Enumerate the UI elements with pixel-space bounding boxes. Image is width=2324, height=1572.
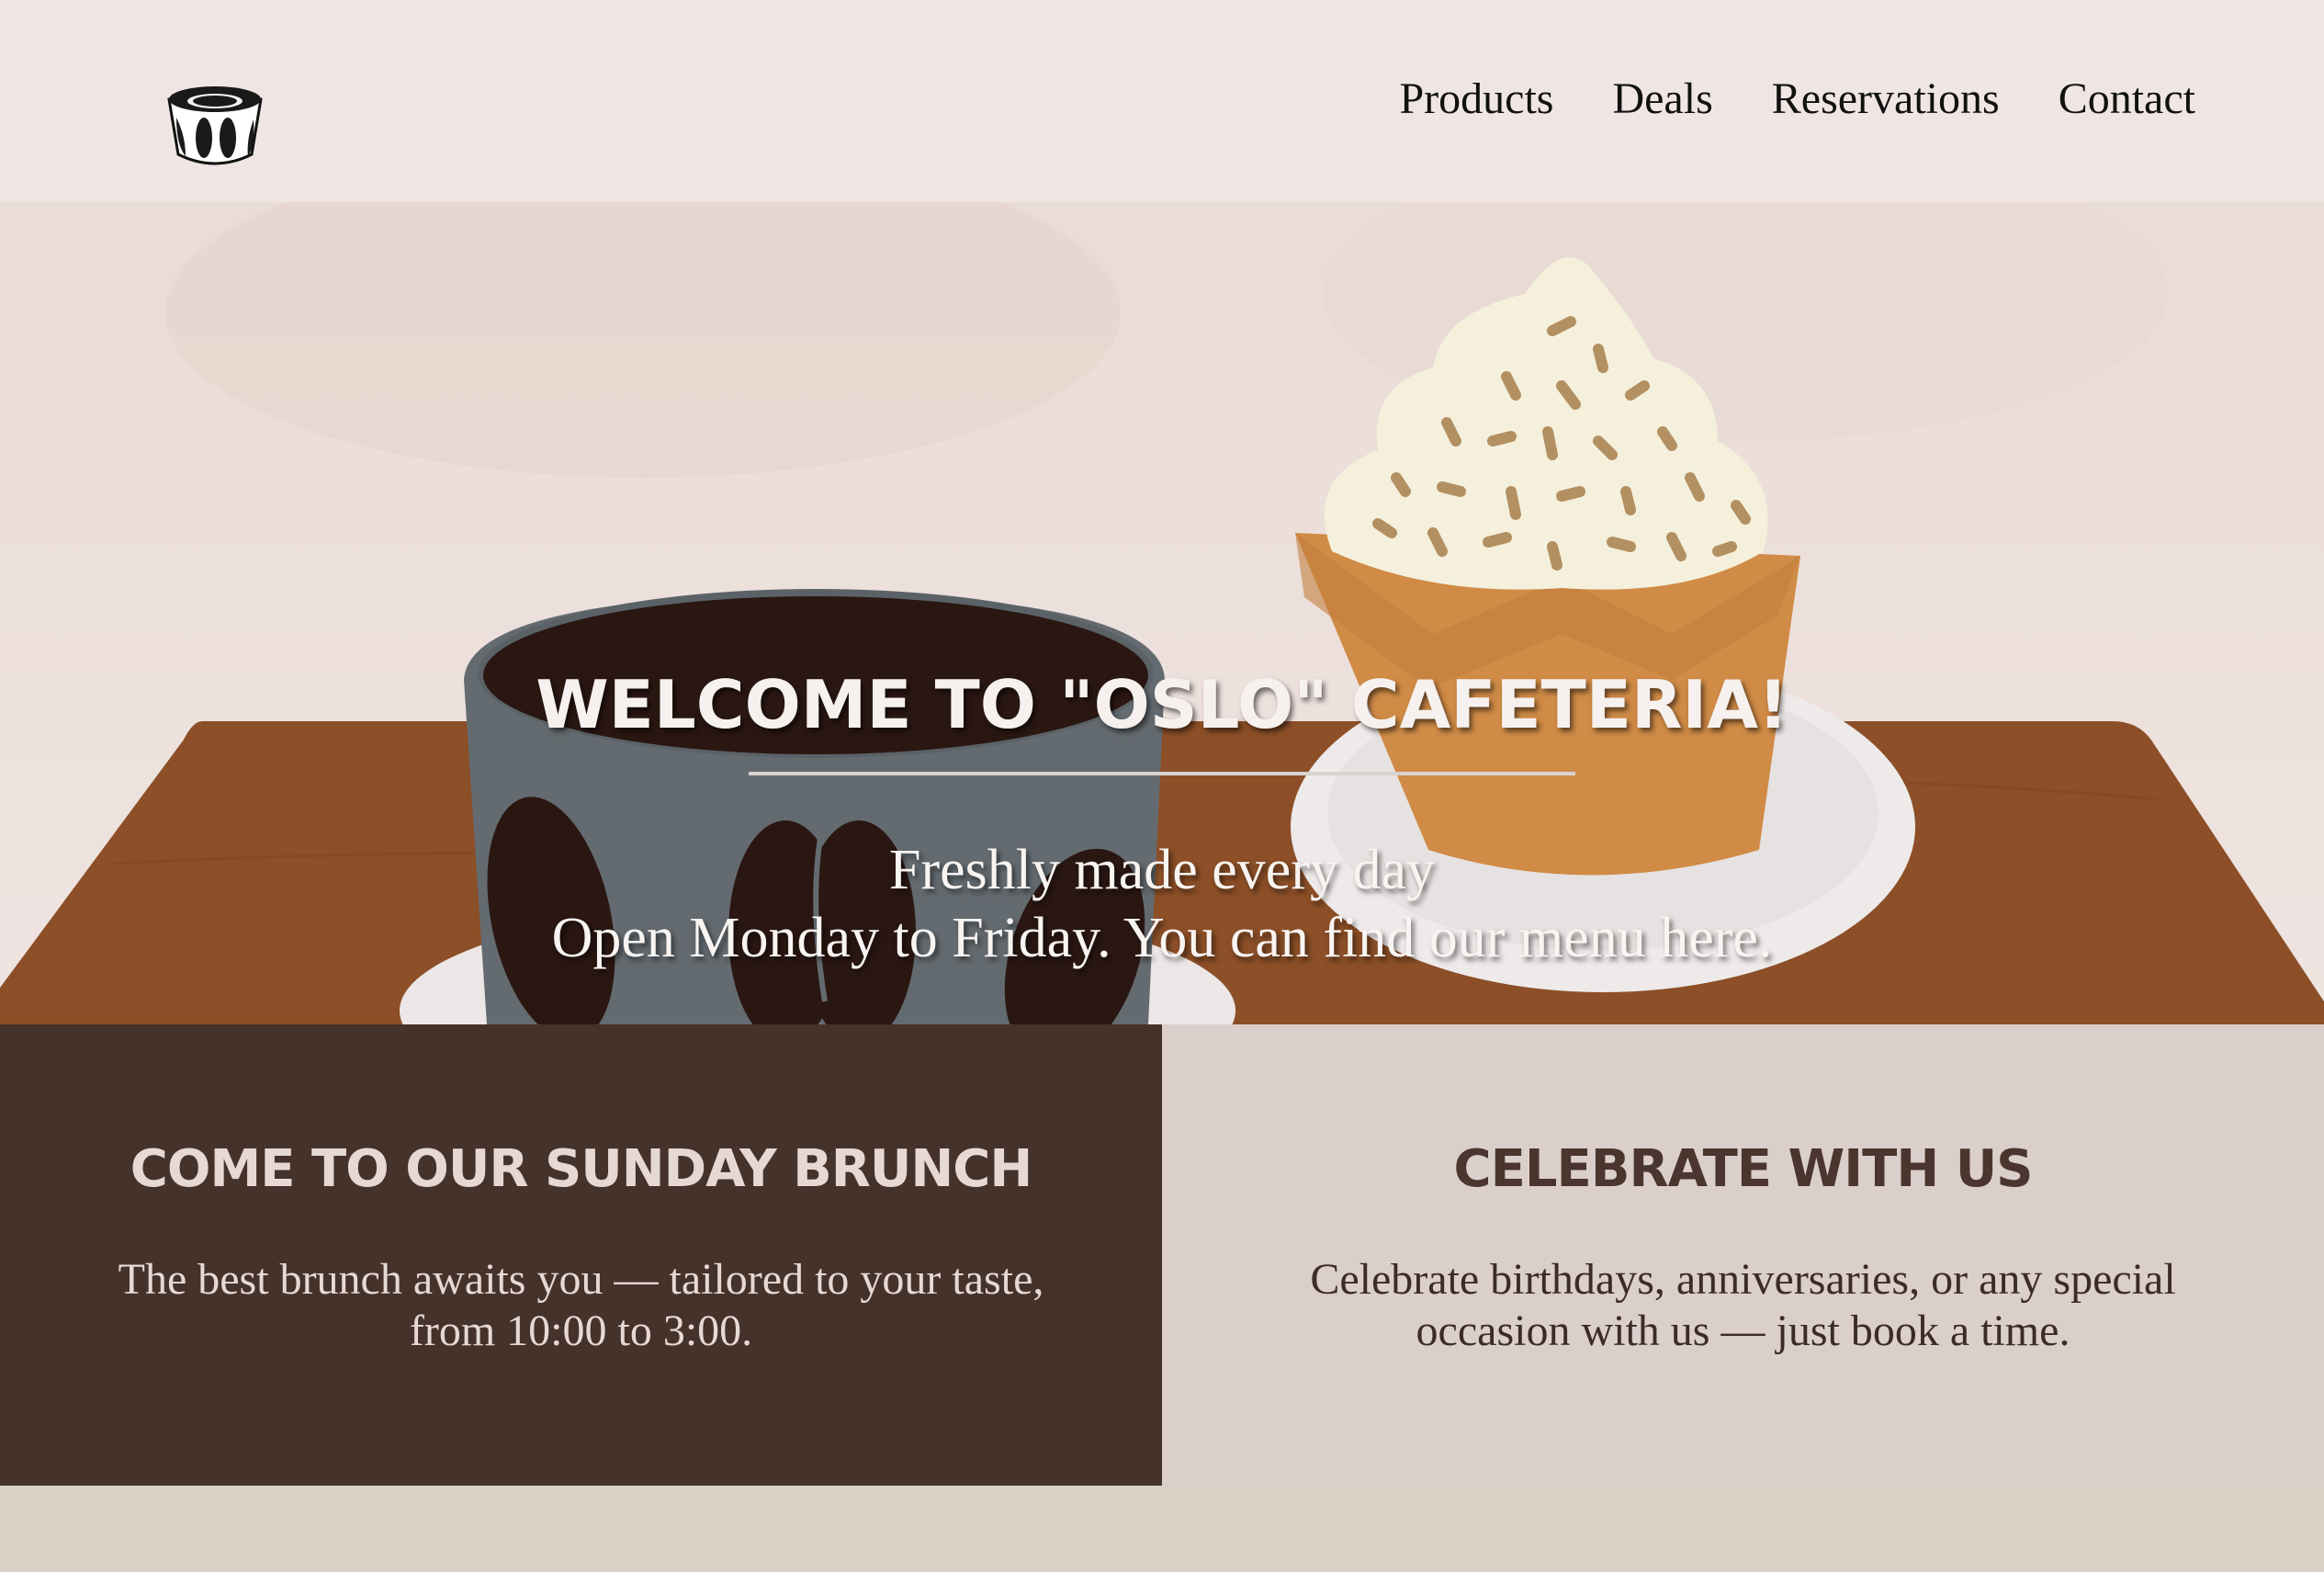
brunch-promo-card[interactable]: COME TO OUR SUNDAY BRUNCH The best brunc… [0,1024,1162,1486]
brunch-promo-line-2: from 10:00 to 3:00. [409,1306,753,1355]
celebrate-promo-line-2: occasion with us — just book a time. [1416,1306,2070,1355]
celebrate-promo-title: CELEBRATE WITH US [1453,1139,2033,1199]
nav-reservations-link[interactable]: Reservations [1772,74,2000,124]
hero-section: WELCOME TO "OSLO" CAFETERIA! Freshly mad… [0,202,2324,1024]
brunch-promo-line-1: The best brunch awaits you — tailored to… [118,1255,1044,1304]
hero-hours-text: Open Monday to Friday. You can find our … [551,907,1773,969]
celebrate-promo-text: Celebrate birthdays, anniversaries, or a… [1247,1254,2239,1357]
brunch-promo-title: COME TO OUR SUNDAY BRUNCH [130,1139,1032,1199]
coffee-cup-logo-icon[interactable] [164,81,266,175]
brunch-promo-text: The best brunch awaits you — tailored to… [85,1254,1077,1357]
nav-products-link[interactable]: Products [1399,74,1553,124]
nav-deals-link[interactable]: Deals [1612,74,1712,124]
hero-tagline: Freshly made every day [889,839,1435,901]
hero-divider [749,772,1575,775]
celebrate-promo-line-1: Celebrate birthdays, anniversaries, or a… [1310,1255,2176,1304]
nav-contact-link[interactable]: Contact [2059,74,2195,124]
celebrate-promo-card[interactable]: CELEBRATE WITH US Celebrate birthdays, a… [1162,1024,2324,1486]
site-header: Products Deals Reservations Contact [0,0,2324,202]
footer-strip [0,1486,2324,1572]
hero-title: WELCOME TO "OSLO" CAFETERIA! [536,666,1788,743]
main-nav: Products Deals Reservations Contact [1399,74,2195,124]
